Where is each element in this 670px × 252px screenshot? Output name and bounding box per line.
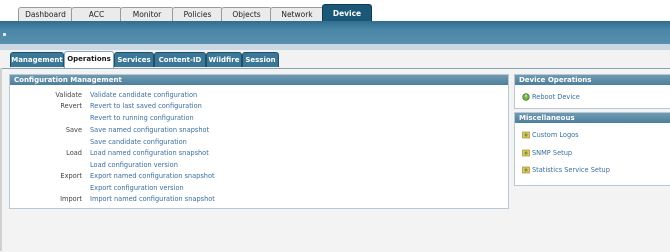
revert-running-link[interactable]: Revert to running configuration bbox=[90, 113, 194, 123]
config-row: Export Export named configuration snapsh… bbox=[10, 171, 500, 181]
statistics-service-setup-label: Statistics Service Setup bbox=[532, 166, 610, 174]
export-config-version-link[interactable]: Export configuration version bbox=[90, 183, 184, 193]
export-named-snapshot-link[interactable]: Export named configuration snapshot bbox=[90, 171, 215, 181]
tab-network[interactable]: Network bbox=[270, 7, 324, 21]
panel-title: Configuration Management bbox=[10, 75, 508, 85]
config-row: Save candidate configuration bbox=[10, 137, 500, 147]
snmp-setup-link[interactable]: SNMP Setup bbox=[522, 148, 572, 159]
config-row: Revert Revert to last saved configuratio… bbox=[10, 101, 500, 111]
config-row: Save Save named configuration snapshot bbox=[10, 125, 500, 135]
tab-device[interactable]: Device bbox=[322, 4, 372, 22]
row-label: Load bbox=[66, 149, 82, 157]
band-marker bbox=[3, 33, 6, 36]
config-row: Export configuration version bbox=[10, 183, 500, 193]
validate-candidate-link[interactable]: Validate candidate configuration bbox=[90, 90, 197, 100]
config-row: Load Load named configuration snapshot bbox=[10, 148, 500, 158]
device-operations-panel: Device Operations Reboot Device bbox=[514, 74, 670, 109]
custom-logos-link[interactable]: Custom Logos bbox=[522, 130, 579, 141]
subtab-wildfire[interactable]: Wildfire bbox=[206, 52, 242, 67]
load-named-snapshot-link[interactable]: Load named configuration snapshot bbox=[90, 148, 209, 158]
custom-logos-icon bbox=[522, 131, 530, 139]
reboot-icon bbox=[522, 93, 530, 101]
config-row: Load configuration version bbox=[10, 160, 500, 170]
subtab-services[interactable]: Services bbox=[114, 52, 154, 67]
revert-last-saved-link[interactable]: Revert to last saved configuration bbox=[90, 101, 202, 111]
panel-title: Miscellaneous bbox=[515, 113, 670, 123]
subtab-content-id[interactable]: Content-ID bbox=[154, 52, 206, 67]
miscellaneous-panel: Miscellaneous Custom Logos SNMP Setup St… bbox=[514, 112, 670, 186]
subtab-operations[interactable]: Operations bbox=[64, 51, 114, 68]
statistics-icon bbox=[522, 166, 530, 174]
tab-objects[interactable]: Objects bbox=[221, 7, 272, 21]
top-navigation: Dashboard ACC Monitor Policies Objects N… bbox=[0, 0, 670, 22]
load-config-version-link[interactable]: Load configuration version bbox=[90, 160, 178, 170]
configuration-management-panel: Configuration Management Validate Valida… bbox=[9, 74, 509, 209]
subtab-management[interactable]: Management bbox=[10, 52, 64, 67]
row-label: Revert bbox=[60, 102, 82, 110]
panel-title: Device Operations bbox=[515, 75, 670, 85]
config-row: Validate Validate candidate configuratio… bbox=[10, 90, 500, 100]
tab-dashboard[interactable]: Dashboard bbox=[18, 7, 73, 21]
subtab-session[interactable]: Session bbox=[242, 52, 279, 67]
snmp-setup-label: SNMP Setup bbox=[532, 149, 573, 157]
tab-policies[interactable]: Policies bbox=[172, 7, 223, 21]
reboot-device-link[interactable]: Reboot Device bbox=[522, 92, 580, 103]
snmp-icon bbox=[522, 149, 530, 157]
statistics-service-setup-link[interactable]: Statistics Service Setup bbox=[522, 165, 610, 176]
row-label: Export bbox=[60, 172, 82, 180]
tab-acc[interactable]: ACC bbox=[71, 7, 122, 21]
row-label: Validate bbox=[55, 91, 82, 99]
config-row: Revert to running configuration bbox=[10, 113, 500, 123]
config-row: Import Import named configuration snapsh… bbox=[10, 194, 500, 204]
reboot-device-label: Reboot Device bbox=[532, 93, 580, 101]
tab-monitor[interactable]: Monitor bbox=[120, 7, 174, 21]
row-label: Save bbox=[65, 126, 82, 134]
sub-tab-bar: Management Operations Services Content-I… bbox=[0, 50, 670, 69]
row-label: Import bbox=[60, 195, 82, 203]
import-named-snapshot-link[interactable]: Import named configuration snapshot bbox=[90, 194, 215, 204]
custom-logos-label: Custom Logos bbox=[532, 131, 579, 139]
save-candidate-link[interactable]: Save candidate configuration bbox=[90, 137, 187, 147]
left-rail bbox=[0, 68, 2, 251]
save-named-snapshot-link[interactable]: Save named configuration snapshot bbox=[90, 125, 209, 135]
